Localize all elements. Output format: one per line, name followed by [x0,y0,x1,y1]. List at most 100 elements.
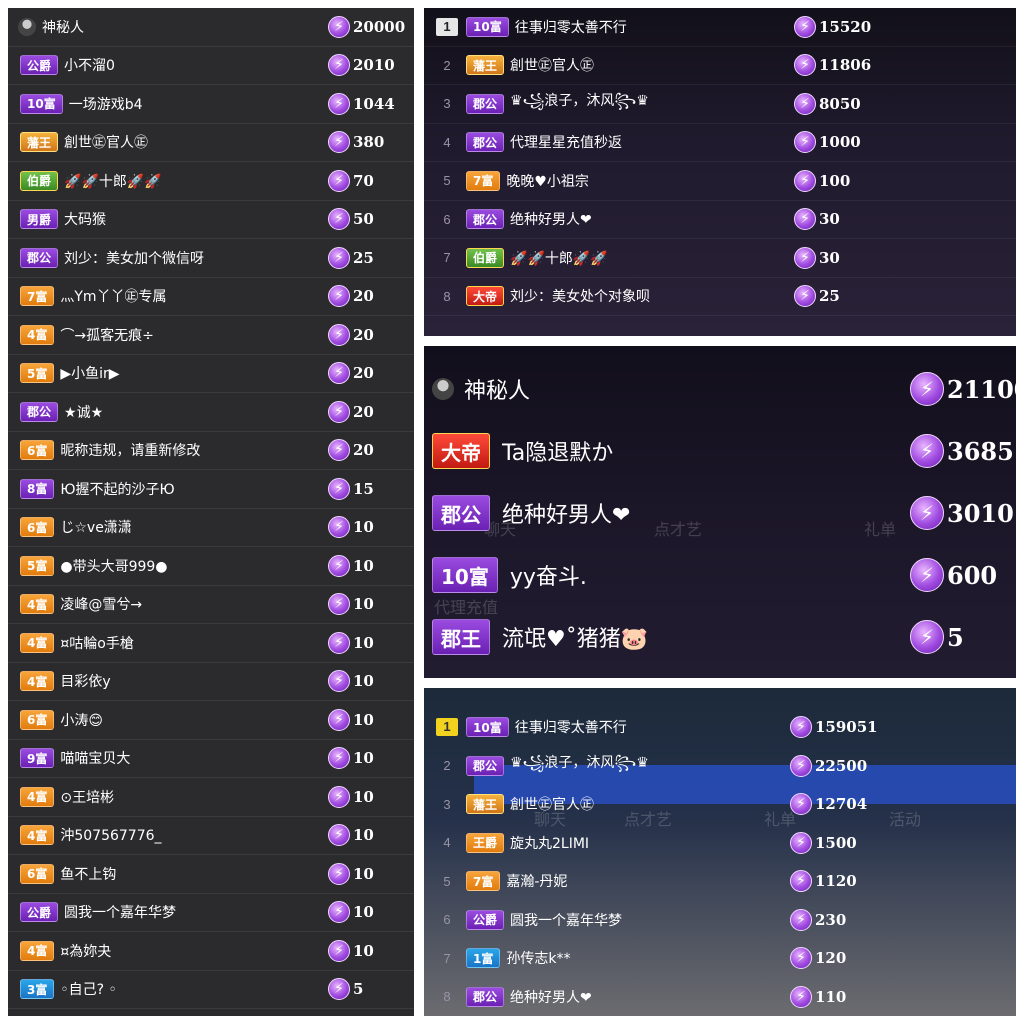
lightning-bolt-icon: ⚡ [790,947,812,970]
score-value: 120 [815,949,847,968]
leaderboard-row[interactable]: 男爵 大码猴 ⚡ 50 [8,201,414,239]
user-name[interactable]: 創世㊣官人㊣ [510,55,1016,75]
leaderboard-row[interactable]: 4 郡公 代理星星充值秒返 ⚡ 1000 [424,124,1016,162]
leaderboard-row[interactable]: 藩王 創世㊣官人㊣ ⚡ 380 [8,124,414,162]
user-name[interactable]: ♛꧁浪子，沐风꧂♛ [510,89,1016,118]
leaderboard-row[interactable]: 4富 ¤咕輪o手槍 ⚡ 10 [8,624,414,663]
leaderboard-row[interactable]: 4富 ⌒→孤客无痕÷ ⚡ 20 [8,316,414,355]
leaderboard-row[interactable]: 伯爵 🚀🚀十郎🚀🚀 ⚡ 70 [8,162,414,201]
score: ⚡ 15 [328,477,374,500]
leaderboard-row[interactable]: 6富 鱼不上钩 ⚡ 10 [8,855,414,894]
leaderboard-row[interactable]: 10富 yy奋斗. ⚡ 600 [432,544,1016,606]
leaderboard-row[interactable]: 郡公 绝种好男人❤ ⚡ 3010 [432,482,1016,544]
lightning-bolt-icon: ⚡ [328,477,350,500]
leaderboard-row[interactable]: 5 7富 嘉瀚-丹妮 ⚡ 1120 [424,862,1016,901]
leaderboard-row[interactable]: 3 藩王 創世㊣官人㊣ ⚡ 12704 [424,785,1016,824]
leaderboard-row[interactable]: 4富 目彩依y ⚡ 10 [8,663,414,701]
leaderboard-row[interactable]: 6富 昵称违规，请重新修改 ⚡ 20 [8,432,414,470]
rank-badge: 4富 [20,825,55,846]
user-name[interactable]: 圆我一个嘉年华梦 [510,910,1016,930]
leaderboard-row[interactable]: 公爵 圆我一个嘉年华梦 ⚡ 10 [8,894,414,932]
leaderboard-panel-2: 1 10富 往事归零太善不行 ⚡ 15520 2 藩王 創世㊣官人㊣ ⚡ 11806 3 郡公 ♛꧁浪子… [424,8,1016,336]
score: ⚡ 10 [328,862,374,885]
user-name[interactable]: 往事归零太善不行 [515,717,1016,737]
score-value: 12704 [815,795,868,814]
rank-number: 4 [443,835,451,851]
rank-number: 8 [443,288,451,304]
leaderboard-row[interactable]: 6富 じ☆ve潇潇 ⚡ 10 [8,509,414,547]
score: ⚡ 30 [794,208,840,231]
leaderboard-row[interactable]: 郡公 刘少：美女加个微信呀 ⚡ 25 [8,239,414,278]
rank-badge: 8富 [20,478,55,499]
leaderboard-row[interactable]: 5 7富 晚晚♥小祖宗 ⚡ 100 [424,162,1016,201]
score-value: 159051 [815,718,878,737]
score-value: 20 [353,402,374,421]
rank-badge: 郡公 [466,93,505,114]
user-name[interactable]: 刘少：美女处个对象呗 [510,286,1016,306]
score-value: 10 [353,787,374,806]
leaderboard-row[interactable]: 郡公 ★诚★ ⚡ 20 [8,393,414,432]
score-value: 600 [947,560,998,590]
user-name[interactable]: 往事归零太善不行 [515,17,1016,37]
score-value: 10 [353,633,374,652]
rank-badge: 7富 [466,170,501,191]
leaderboard-row[interactable]: 3 郡公 ♛꧁浪子，沐风꧂♛ ⚡ 8050 [424,85,1016,124]
user-name[interactable]: 绝种好男人❤ [510,987,1016,1007]
rank-badge: 10富 [466,717,509,738]
leaderboard-row[interactable]: 6 郡公 绝种好男人❤ ⚡ 30 [424,201,1016,239]
rank-badge: 男爵 [20,209,59,230]
user-name[interactable]: 孙传志k** [506,948,1016,968]
lightning-bolt-icon: ⚡ [328,516,350,539]
leaderboard-row[interactable]: 郡王 流氓♥˚猪猪🐷 ⚡ 5 [432,606,1016,668]
leaderboard-row[interactable]: 大帝 Ta隐退默か ⚡ 3685 [432,420,1016,482]
rank-badge: 10富 [20,93,63,114]
leaderboard-row[interactable]: 3富 ◦自己? ◦ ⚡ 5 [8,971,414,1009]
leaderboard-row[interactable]: 5富 ▶小鱼ir▶ ⚡ 20 [8,355,414,393]
score: ⚡ 1044 [328,92,395,115]
lightning-bolt-icon: ⚡ [328,939,350,962]
leaderboard-row[interactable]: 10富 一场游戏b4 ⚡ 1044 [8,85,414,124]
leaderboard-row[interactable]: 7富 灬Ym丫丫㊣专属 ⚡ 20 [8,278,414,316]
user-name[interactable]: 晚晚♥小祖宗 [506,171,1016,191]
score-value: 100 [819,171,851,190]
leaderboard-row[interactable]: 2 藩王 創世㊣官人㊣ ⚡ 11806 [424,47,1016,85]
score: ⚡ 20 [328,362,374,385]
leaderboard-row[interactable]: 6富 小涛😊 ⚡ 10 [8,701,414,740]
rank-badge: 7富 [20,286,55,307]
leaderboard-row[interactable]: 4富 ¤為妳夬 ⚡ 10 [8,932,414,971]
lightning-bolt-icon: ⚡ [910,620,944,654]
score-value: 20 [353,325,374,344]
score-value: 110 [815,987,847,1006]
user-name[interactable]: 嘉瀚-丹妮 [506,871,1016,891]
leaderboard-row[interactable]: 1 10富 往事归零太善不行 ⚡ 15520 [424,8,1016,47]
leaderboard-row[interactable]: 8富 Ю握不起的沙子Ю ⚡ 15 [8,470,414,509]
user-name[interactable]: 绝种好男人❤ [510,209,1016,229]
user-name[interactable]: 旋丸丸2LIMI [510,833,1016,853]
leaderboard-row[interactable]: 4 王爵 旋丸丸2LIMI ⚡ 1500 [424,824,1016,863]
leaderboard-row[interactable]: 7 伯爵 🚀🚀十郎🚀🚀 ⚡ 30 [424,239,1016,278]
leaderboard-row[interactable]: 4富 ⊙王培彬 ⚡ 10 [8,778,414,817]
user-name[interactable]: 代理星星充值秒返 [510,132,1016,152]
leaderboard-row[interactable]: 4富 凌峰@雪兮→ ⚡ 10 [8,586,414,624]
lightning-bolt-icon: ⚡ [328,400,350,423]
leaderboard-row[interactable]: 2 郡公 ♛꧁浪子，沐风꧂♛ ⚡ 22500 [424,747,1016,786]
leaderboard-row[interactable]: 7 1富 孙传志k** ⚡ 120 [424,939,1016,978]
lightning-bolt-icon: ⚡ [328,785,350,808]
leaderboard-row[interactable]: 6 公爵 圆我一个嘉年华梦 ⚡ 230 [424,901,1016,940]
user-name[interactable]: ♛꧁浪子，沐风꧂♛ [510,751,1016,780]
leaderboard-row[interactable]: 公爵 小不溜0 ⚡ 2010 [8,47,414,85]
score-value: 25 [353,248,374,267]
leaderboard-row[interactable]: 8 大帝 刘少：美女处个对象呗 ⚡ 25 [424,278,1016,316]
leaderboard-row[interactable]: 神秘人⚡21100 [432,358,1016,420]
rank-number: 5 [443,873,451,889]
leaderboard-row[interactable]: 8 郡公 绝种好男人❤ ⚡ 110 [424,978,1016,1017]
user-name[interactable]: 創世㊣官人㊣ [510,794,1016,814]
score: ⚡ 3010 [910,496,1014,530]
leaderboard-row[interactable]: 9富 喵喵宝贝大 ⚡ 10 [8,740,414,778]
leaderboard-row[interactable]: 1 10富 往事归零太善不行 ⚡ 159051 [424,708,1016,747]
user-name[interactable]: 🚀🚀十郎🚀🚀 [510,248,1016,268]
leaderboard-row[interactable]: 4富 沖507567776_ ⚡ 10 [8,817,414,855]
leaderboard-row[interactable]: 5富 ●带头大哥999● ⚡ 10 [8,547,414,586]
score-value: 10 [353,749,374,768]
leaderboard-row[interactable]: 神秘人 ⚡ 20000 [8,8,414,47]
